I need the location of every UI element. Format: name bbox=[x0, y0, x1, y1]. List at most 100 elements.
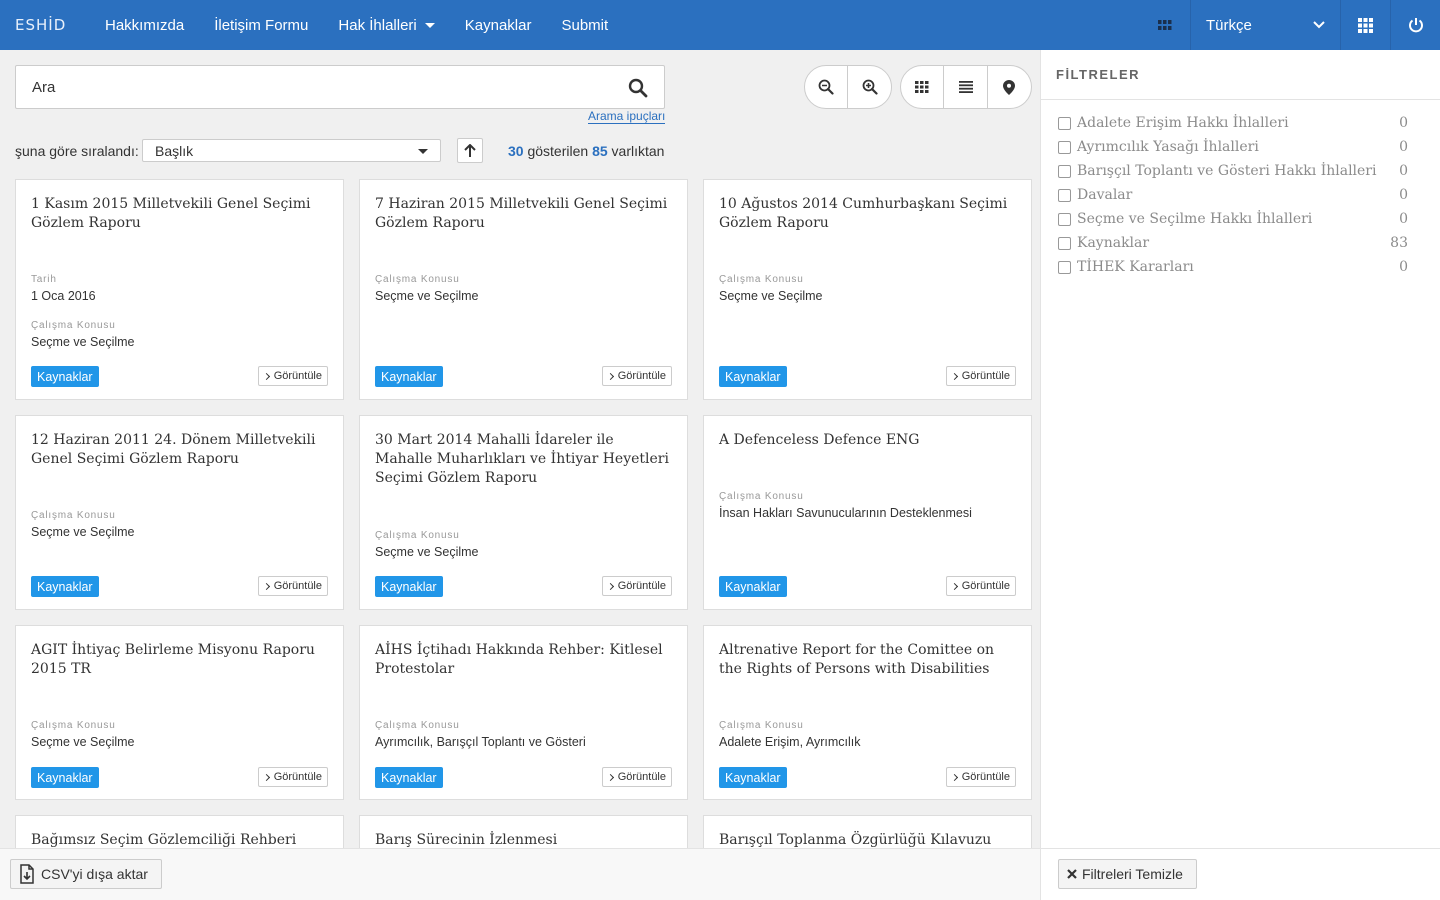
result-card[interactable]: 7 Haziran 2015 Milletvekili Genel Seçimi… bbox=[359, 179, 688, 400]
card-view-button[interactable]: Görüntüle bbox=[257, 767, 328, 787]
language-select[interactable]: Türkçe bbox=[1190, 0, 1340, 50]
filter-item[interactable]: TİHEK Kararları 0 bbox=[1058, 257, 1408, 277]
filter-item[interactable]: Adalete Erişim Hakkı İhlalleri 0 bbox=[1058, 113, 1408, 133]
card-title[interactable]: A Defenceless Defence ENG bbox=[719, 431, 1016, 450]
filter-checkbox[interactable] bbox=[1058, 260, 1071, 274]
zoom-controls bbox=[804, 65, 892, 109]
filter-checkbox[interactable] bbox=[1058, 140, 1071, 154]
result-card[interactable]: 12 Haziran 2011 24. Dönem Milletvekili G… bbox=[15, 415, 344, 610]
zoom-out-button[interactable] bbox=[805, 66, 849, 108]
card-tag-button[interactable]: Kaynaklar bbox=[719, 767, 787, 788]
card-title[interactable]: Altrenative Report for the Comittee on t… bbox=[719, 641, 1016, 679]
card-title[interactable]: AGIT İhtiyaç Belirleme Misyonu Raporu 20… bbox=[31, 641, 328, 679]
arrow-up-icon bbox=[464, 143, 476, 157]
grid-view-button[interactable] bbox=[901, 66, 945, 108]
card-title[interactable]: Barış Sürecinin İzlenmesi bbox=[375, 831, 672, 848]
result-card[interactable]: AİHS İçtihadı Hakkında Rehber: Kitlesel … bbox=[359, 625, 688, 800]
chevron-right-icon bbox=[950, 372, 958, 380]
card-title[interactable]: 7 Haziran 2015 Milletvekili Genel Seçimi… bbox=[375, 195, 672, 233]
card-subject: Adalete Erişim, Ayrımcılık bbox=[719, 735, 861, 749]
filter-count: 0 bbox=[1399, 115, 1408, 131]
caret-down-icon bbox=[418, 149, 428, 154]
filter-checkbox[interactable] bbox=[1058, 236, 1071, 250]
card-view-button[interactable]: Görüntüle bbox=[257, 576, 328, 596]
card-subject: Ayrımcılık, Barışçıl Toplantı ve Gösteri bbox=[375, 735, 586, 749]
bottom-toolbar-right: Filtreleri Temizle bbox=[1040, 849, 1440, 900]
logout-button[interactable] bbox=[1390, 0, 1440, 50]
result-card[interactable]: 10 Ağustos 2014 Cumhurbaşkanı Seçimi Göz… bbox=[703, 179, 1032, 400]
filter-checkbox[interactable] bbox=[1058, 212, 1071, 226]
sort-select[interactable]: Başlık bbox=[142, 139, 441, 162]
card-title[interactable]: Bağımsız Seçim Gözlemciliği Rehberi bbox=[31, 831, 328, 848]
filter-item[interactable]: Seçme ve Seçilme Hakkı İhlalleri 0 bbox=[1058, 209, 1408, 229]
filter-item[interactable]: Ayrımcılık Yasağı İhlalleri 0 bbox=[1058, 137, 1408, 157]
card-title[interactable]: 12 Haziran 2011 24. Dönem Milletvekili G… bbox=[31, 431, 328, 469]
main-content: Arama ipuçları bbox=[0, 50, 1040, 848]
clear-filters-button[interactable]: Filtreleri Temizle bbox=[1058, 859, 1197, 889]
card-tag-button[interactable]: Kaynaklar bbox=[375, 767, 443, 788]
card-view-button[interactable]: Görüntüle bbox=[945, 576, 1016, 596]
search-icon[interactable] bbox=[628, 78, 648, 98]
nav-submit[interactable]: Submit bbox=[546, 0, 623, 50]
filter-checkbox[interactable] bbox=[1058, 164, 1071, 178]
nav-hak-ihlalleri[interactable]: Hak İhlalleri bbox=[323, 0, 449, 50]
card-title[interactable]: AİHS İçtihadı Hakkında Rehber: Kitlesel … bbox=[375, 641, 672, 679]
language-label: Türkçe bbox=[1206, 16, 1252, 34]
card-title[interactable]: Barışçıl Toplanma Özgürlüğü Kılavuzu bbox=[719, 831, 1016, 848]
filter-checkbox[interactable] bbox=[1058, 188, 1071, 202]
card-tag-button[interactable]: Kaynaklar bbox=[31, 767, 99, 788]
result-card[interactable]: Barış Sürecinin İzlenmesi bbox=[359, 815, 688, 848]
export-csv-button[interactable]: CSV'yi dışa aktar bbox=[10, 859, 162, 889]
card-title[interactable]: 1 Kasım 2015 Milletvekili Genel Seçimi G… bbox=[31, 195, 328, 233]
result-card[interactable]: 1 Kasım 2015 Milletvekili Genel Seçimi G… bbox=[15, 179, 344, 400]
card-subject-label: Çalışma Konusu bbox=[375, 720, 460, 731]
card-view-button[interactable]: Görüntüle bbox=[601, 576, 672, 596]
result-card[interactable]: A Defenceless Defence ENG Çalışma Konusu… bbox=[703, 415, 1032, 610]
card-view-button[interactable]: Görüntüle bbox=[945, 366, 1016, 386]
chevron-right-icon bbox=[606, 773, 614, 781]
card-tag-button[interactable]: Kaynaklar bbox=[375, 576, 443, 597]
nav-iletisim-formu[interactable]: İletişim Formu bbox=[199, 0, 323, 50]
card-subject-label: Çalışma Konusu bbox=[31, 720, 116, 731]
filter-item[interactable]: Barışçıl Toplantı ve Gösteri Hakkı İhlal… bbox=[1058, 161, 1408, 181]
nav-hakkimizda[interactable]: Hakkımızda bbox=[90, 0, 199, 50]
filter-item[interactable]: Davalar 0 bbox=[1058, 185, 1408, 205]
result-card[interactable]: AGIT İhtiyaç Belirleme Misyonu Raporu 20… bbox=[15, 625, 344, 800]
card-tag-button[interactable]: Kaynaklar bbox=[719, 366, 787, 387]
card-tag-button[interactable]: Kaynaklar bbox=[31, 366, 99, 387]
apps-button[interactable] bbox=[1340, 0, 1390, 50]
brand-logo[interactable]: ESHİD bbox=[0, 16, 90, 34]
map-view-button[interactable] bbox=[988, 66, 1031, 108]
card-subject-label: Çalışma Konusu bbox=[31, 510, 116, 521]
search-tips-link[interactable]: Arama ipuçları bbox=[588, 110, 666, 124]
nav-kaynaklar[interactable]: Kaynaklar bbox=[450, 0, 547, 50]
list-view-button[interactable] bbox=[944, 66, 988, 108]
card-view-label: Görüntüle bbox=[617, 771, 666, 783]
filter-count: 0 bbox=[1399, 187, 1408, 203]
result-card[interactable]: 30 Mart 2014 Mahalli İdareler ile Mahall… bbox=[359, 415, 688, 610]
card-tag-button[interactable]: Kaynaklar bbox=[31, 576, 99, 597]
result-card[interactable]: Bağımsız Seçim Gözlemciliği Rehberi bbox=[15, 815, 344, 848]
card-subject: Seçme ve Seçilme bbox=[375, 289, 479, 303]
clear-filters-label: Filtreleri Temizle bbox=[1082, 866, 1183, 882]
card-tag-button[interactable]: Kaynaklar bbox=[719, 576, 787, 597]
chevron-right-icon bbox=[606, 582, 614, 590]
card-view-label: Görüntüle bbox=[273, 771, 322, 783]
filter-item[interactable]: Kaynaklar 83 bbox=[1058, 233, 1408, 253]
card-title[interactable]: 10 Ağustos 2014 Cumhurbaşkanı Seçimi Göz… bbox=[719, 195, 1016, 233]
grid-small-button[interactable] bbox=[1140, 0, 1190, 50]
search-input[interactable] bbox=[16, 67, 596, 107]
card-subject: Seçme ve Seçilme bbox=[31, 525, 135, 539]
card-view-button[interactable]: Görüntüle bbox=[257, 366, 328, 386]
sort-direction-button[interactable] bbox=[457, 138, 483, 163]
zoom-in-button[interactable] bbox=[848, 66, 891, 108]
card-view-button[interactable]: Görüntüle bbox=[601, 767, 672, 787]
card-view-button[interactable]: Görüntüle bbox=[601, 366, 672, 386]
card-view-button[interactable]: Görüntüle bbox=[945, 767, 1016, 787]
filter-checkbox[interactable] bbox=[1058, 116, 1071, 130]
card-tag-button[interactable]: Kaynaklar bbox=[375, 366, 443, 387]
result-card[interactable]: Barışçıl Toplanma Özgürlüğü Kılavuzu bbox=[703, 815, 1032, 848]
result-card[interactable]: Altrenative Report for the Comittee on t… bbox=[703, 625, 1032, 800]
card-title[interactable]: 30 Mart 2014 Mahalli İdareler ile Mahall… bbox=[375, 431, 672, 488]
chevron-right-icon bbox=[950, 773, 958, 781]
